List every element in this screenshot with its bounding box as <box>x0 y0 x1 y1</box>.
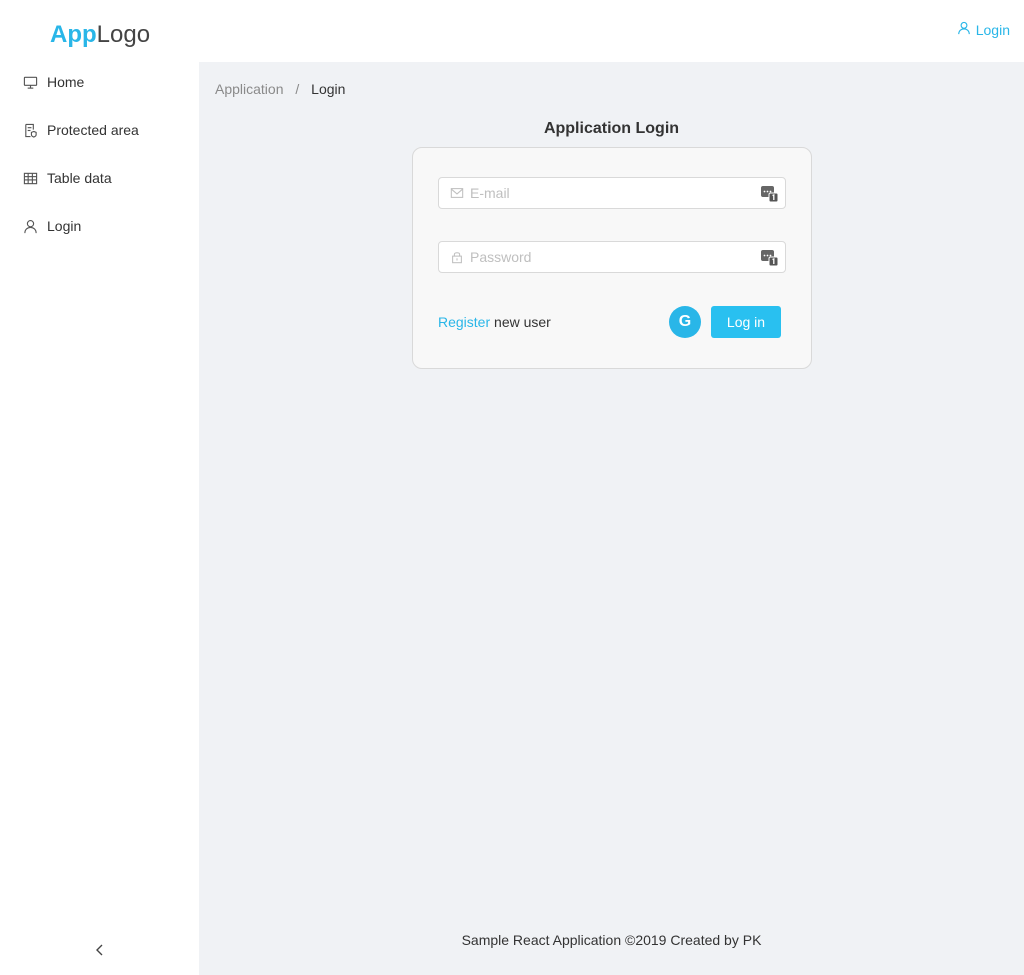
email-field <box>438 177 786 209</box>
sidebar-item-label: Protected area <box>47 122 139 138</box>
chevron-left-icon <box>94 943 106 960</box>
mail-icon <box>450 185 466 201</box>
sidebar-menu: Home Protected area Table data Login <box>0 58 199 250</box>
sidebar: AppLogo Home Protected area Table data L… <box>0 0 199 975</box>
breadcrumb-item-application[interactable]: Application <box>215 81 284 97</box>
sidebar-item-label: Table data <box>47 170 112 186</box>
sidebar-item-home[interactable]: Home <box>0 58 199 106</box>
breadcrumb-item-login: Login <box>311 81 346 97</box>
register-prompt: Register new user <box>438 314 551 330</box>
app-logo[interactable]: AppLogo <box>50 20 150 50</box>
register-suffix: new user <box>490 314 551 330</box>
logo-accent: App <box>50 21 97 48</box>
password-input[interactable] <box>470 249 750 265</box>
password-manager-icon[interactable] <box>761 185 779 203</box>
user-icon <box>22 218 38 234</box>
app-layout: AppLogo Home Protected area Table data L… <box>0 0 1024 975</box>
google-login-button[interactable]: G <box>669 306 701 338</box>
sidebar-item-protected-area[interactable]: Protected area <box>0 106 199 154</box>
register-link[interactable]: Register <box>438 314 490 330</box>
header-login-label: Login <box>975 21 1010 38</box>
login-form: Register new user G Log in <box>412 147 812 369</box>
login-submit-button[interactable]: Log in <box>711 306 781 338</box>
user-icon <box>957 21 976 38</box>
sidebar-item-table-data[interactable]: Table data <box>0 154 199 202</box>
password-field <box>438 241 786 273</box>
table-icon <box>22 170 38 186</box>
email-input[interactable] <box>470 185 750 201</box>
sidebar-item-label: Home <box>47 74 85 90</box>
file-protect-icon <box>22 122 38 138</box>
top-header: Login <box>199 0 1024 62</box>
google-icon: G <box>678 313 692 330</box>
sidebar-item-label: Login <box>47 218 82 234</box>
breadcrumb-separator: / <box>295 81 300 97</box>
logo-rest: Logo <box>96 21 151 48</box>
main-content: Application / Login Application Login E-… <box>199 62 1024 975</box>
desktop-icon <box>22 74 38 90</box>
page-title: Application Login <box>543 120 680 137</box>
header-login-link[interactable]: Login <box>957 21 1010 38</box>
password-manager-icon[interactable] <box>761 249 779 267</box>
breadcrumb: Application / Login <box>215 81 345 97</box>
sidebar-item-login[interactable]: Login <box>0 202 199 250</box>
footer-text: Sample React Application ©2019 Created b… <box>461 932 762 948</box>
lock-icon <box>450 249 466 265</box>
sidebar-collapse-button[interactable] <box>0 927 199 975</box>
